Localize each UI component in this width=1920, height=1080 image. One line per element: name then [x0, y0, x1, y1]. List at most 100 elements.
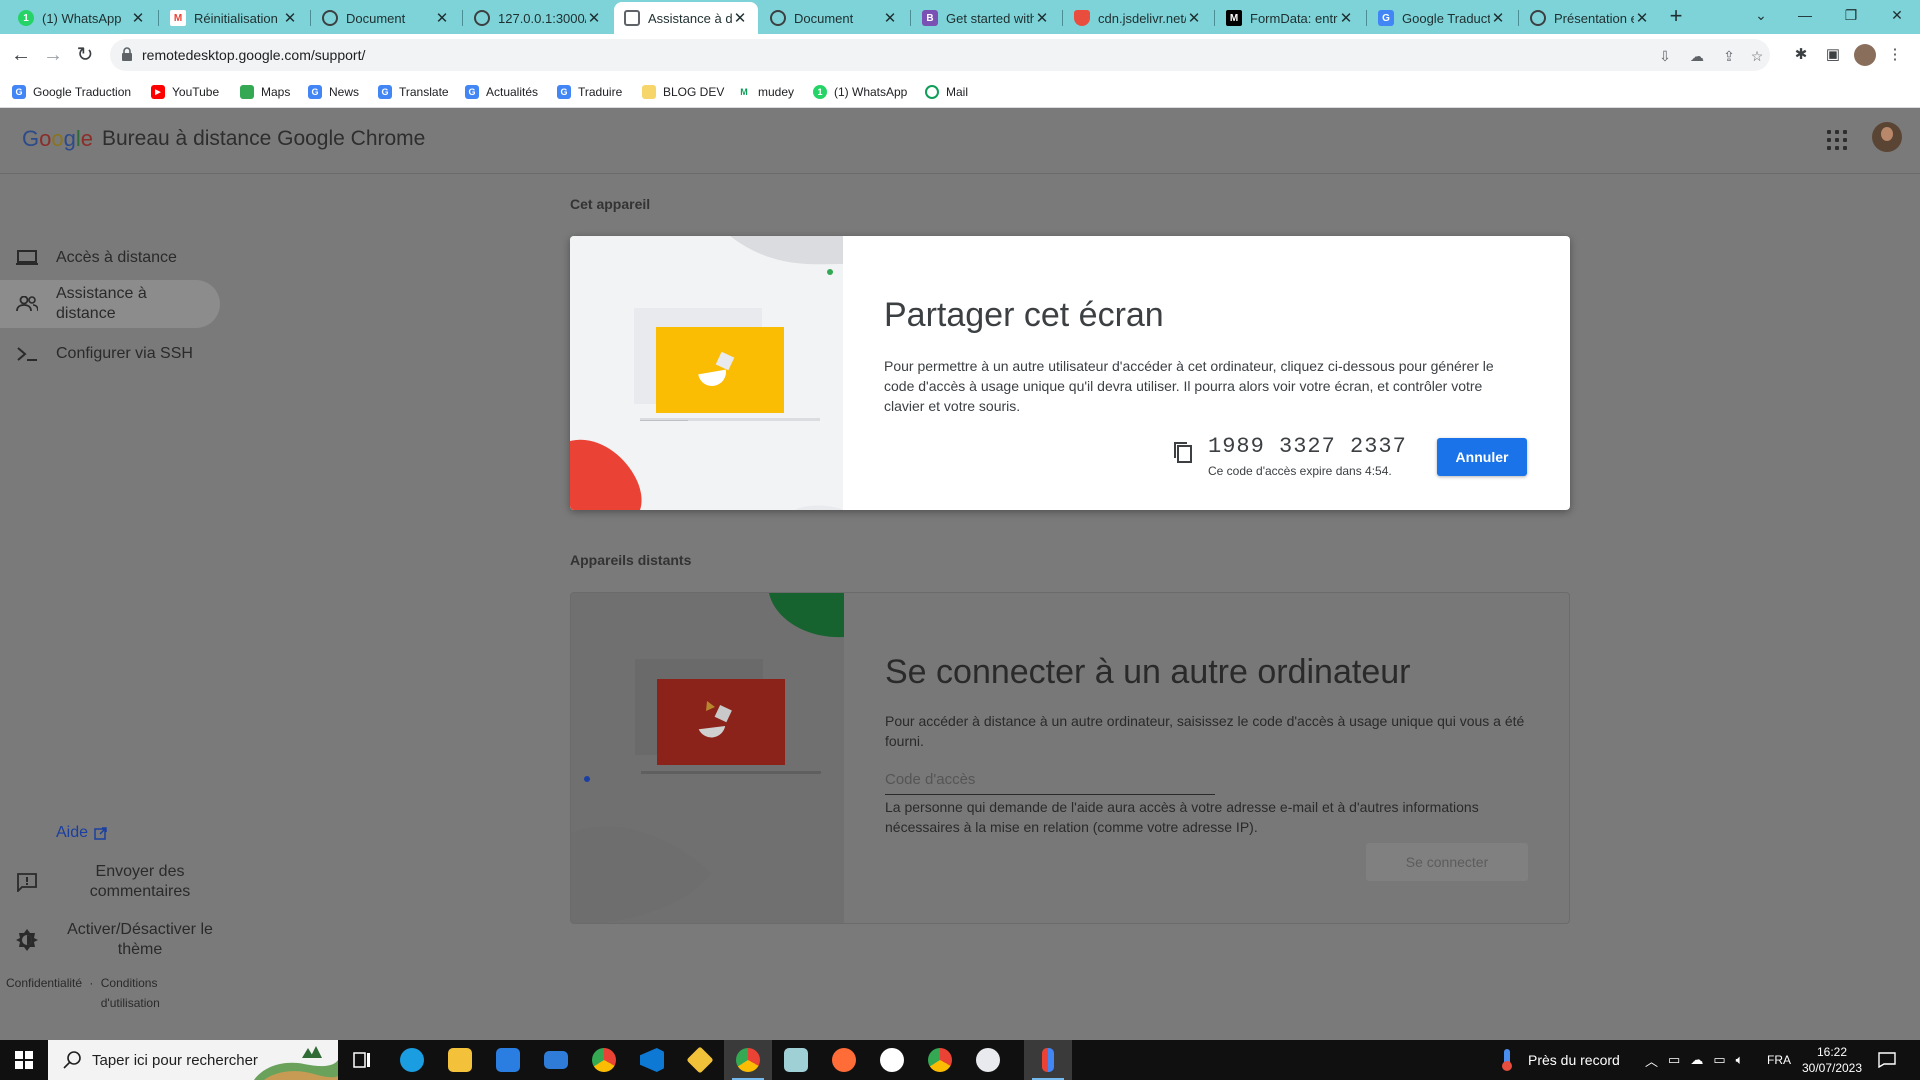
drive-icon[interactable]: ☁ [1688, 47, 1706, 65]
close-icon[interactable]: ✕ [586, 9, 602, 27]
taskbar-chrome-profile[interactable] [724, 1040, 772, 1080]
bookmark-youtube[interactable]: ▶ YouTube [151, 82, 219, 102]
taskbar-vscode[interactable] [628, 1040, 676, 1080]
taskbar-search[interactable]: Taper ici pour rechercher [48, 1040, 338, 1080]
sidebar-item-ssh[interactable]: Configurer via SSH [0, 330, 220, 378]
bookmark-news[interactable]: G News [308, 82, 359, 102]
close-icon[interactable]: ✕ [130, 9, 146, 27]
extensions-icon[interactable]: ✱ [1790, 44, 1812, 66]
google-apps-icon[interactable] [1827, 130, 1849, 152]
bookmark-google-traduction[interactable]: G Google Traduction [12, 82, 131, 102]
tab-whatsapp[interactable]: 1 (1) WhatsApp ✕ [8, 2, 156, 34]
bookmark-maps[interactable]: Maps [240, 82, 290, 102]
start-button[interactable] [0, 1040, 48, 1080]
sidebar-item-remote-assistance[interactable]: Assistance à distance [0, 280, 220, 328]
back-button[interactable]: ← [8, 42, 34, 68]
access-code-input[interactable]: Code d'accès [885, 767, 1215, 795]
address-bar[interactable]: remotedesktop.google.com/support/ ⇩ ☁ ⇪ … [110, 39, 1770, 71]
taskbar-file-explorer[interactable] [436, 1040, 484, 1080]
bootstrap-icon: B [922, 10, 938, 26]
taskbar-mail[interactable] [532, 1040, 580, 1080]
taskbar-mongodb[interactable] [868, 1040, 916, 1080]
close-icon[interactable]: ✕ [434, 9, 450, 27]
close-window-button[interactable]: ✕ [1874, 0, 1920, 34]
privacy-link[interactable]: Confidentialité [6, 976, 82, 990]
terms-link[interactable]: Conditions d'utilisation [101, 973, 181, 1013]
tab-bootstrap[interactable]: B Get started with ✕ [912, 2, 1060, 34]
network-icon[interactable]: ▭ [1713, 1052, 1725, 1068]
taskbar-remote-desktop[interactable] [1024, 1040, 1072, 1080]
close-icon[interactable]: ✕ [1490, 9, 1506, 27]
menu-icon[interactable]: ⋮ [1884, 44, 1906, 66]
bookmark-blog-dev[interactable]: BLOG DEV [642, 82, 724, 102]
bookmark-mail[interactable]: Mail [925, 82, 968, 102]
tab-search-button[interactable]: ⌄ [1738, 0, 1784, 34]
account-avatar[interactable] [1872, 122, 1902, 152]
minimize-button[interactable]: — [1782, 0, 1828, 34]
close-icon[interactable]: ✕ [1186, 9, 1202, 27]
bookmark-actualites[interactable]: G Actualités [465, 82, 538, 102]
tab-presentation[interactable]: Présentation et ✕ [1520, 2, 1660, 34]
tab-localhost[interactable]: 127.0.0.1:3000/a ✕ [464, 2, 612, 34]
close-icon[interactable]: ✕ [1338, 9, 1354, 27]
windows-icon [15, 1051, 33, 1069]
toggle-theme-button[interactable]: Activer/Désactiver le thème [14, 920, 224, 960]
sidebar-item-remote-access[interactable]: Accès à distance [0, 234, 220, 282]
chevron-up-icon[interactable]: ︿ [1645, 1051, 1658, 1070]
notification-button[interactable] [1878, 1040, 1896, 1080]
taskbar-store[interactable] [484, 1040, 532, 1080]
weather-widget[interactable]: Près du record [1500, 1040, 1620, 1080]
tab-mdn[interactable]: M FormData: entrie ✕ [1216, 2, 1364, 34]
new-tab-button[interactable]: + [1662, 4, 1690, 30]
globe-icon [474, 10, 490, 26]
connect-button[interactable]: Se connecter [1366, 843, 1528, 881]
tab-document-2[interactable]: Document ✕ [760, 2, 908, 34]
taskbar-notes[interactable] [772, 1040, 820, 1080]
close-icon[interactable]: ✕ [282, 9, 298, 27]
google-translate-icon: G [1378, 10, 1394, 26]
cancel-button[interactable]: Annuler [1437, 438, 1527, 476]
language-indicator[interactable]: FRA [1767, 1040, 1791, 1080]
close-icon[interactable]: ✕ [1634, 9, 1650, 27]
meet-icon[interactable]: ▭ [1668, 1052, 1680, 1068]
whatsapp-icon: 1 [813, 85, 827, 99]
close-icon[interactable]: ✕ [732, 9, 748, 27]
install-icon[interactable]: ⇩ [1656, 47, 1674, 65]
bookmark-star-icon[interactable]: ☆ [1748, 47, 1766, 65]
tab-google-translate[interactable]: G Google Traducti ✕ [1368, 2, 1516, 34]
copy-icon[interactable] [1172, 440, 1194, 464]
tab-document-1[interactable]: Document ✕ [312, 2, 460, 34]
bookmark-translate[interactable]: G Translate [378, 82, 449, 102]
help-link[interactable]: Aide [56, 824, 107, 842]
tab-remote-assistance[interactable]: Assistance à dis ✕ [614, 2, 758, 34]
profile-avatar[interactable] [1854, 44, 1876, 66]
taskbar-chrome[interactable] [580, 1040, 628, 1080]
taskbar-chrome-3[interactable] [964, 1040, 1012, 1080]
forward-button[interactable]: → [40, 42, 66, 68]
privacy-note: La personne qui demande de l'aide aura a… [885, 799, 1479, 835]
bookmark-mudey[interactable]: Mmudey [737, 82, 794, 102]
volume-icon[interactable]: 🔈︎ [1736, 1052, 1744, 1068]
taskbar-edge[interactable] [388, 1040, 436, 1080]
send-feedback-button[interactable]: Envoyer des commentaires [14, 862, 224, 902]
task-view-button[interactable] [338, 1040, 386, 1080]
system-tray-icons[interactable]: ︿ ▭ ☁ ▭ 🔈︎ [1645, 1040, 1753, 1080]
taskbar-git[interactable] [676, 1040, 724, 1080]
share-icon[interactable]: ⇪ [1720, 47, 1738, 65]
bookmark-traduire[interactable]: G Traduire [557, 82, 622, 102]
bookmark-whatsapp[interactable]: 1 (1) WhatsApp [813, 82, 907, 102]
footer-links: Confidentialité · Conditions d'utilisati… [6, 976, 181, 1013]
tab-jsdelivr[interactable]: cdn.jsdelivr.net/ ✕ [1064, 2, 1212, 34]
close-icon[interactable]: ✕ [1034, 9, 1050, 27]
google-logo[interactable]: Google [22, 126, 93, 152]
taskbar-postman[interactable] [820, 1040, 868, 1080]
tab-gmail[interactable]: M Réinitialisation d ✕ [160, 2, 308, 34]
taskbar-chrome-2[interactable] [916, 1040, 964, 1080]
connect-illustration [571, 593, 844, 923]
close-icon[interactable]: ✕ [882, 9, 898, 27]
reload-button[interactable]: ↻ [72, 42, 98, 68]
onedrive-icon[interactable]: ☁ [1690, 1052, 1703, 1068]
side-panel-icon[interactable]: ▣ [1822, 44, 1844, 66]
clock[interactable]: 16:22 30/07/2023 [1800, 1040, 1864, 1080]
restore-button[interactable]: ❐ [1828, 0, 1874, 34]
